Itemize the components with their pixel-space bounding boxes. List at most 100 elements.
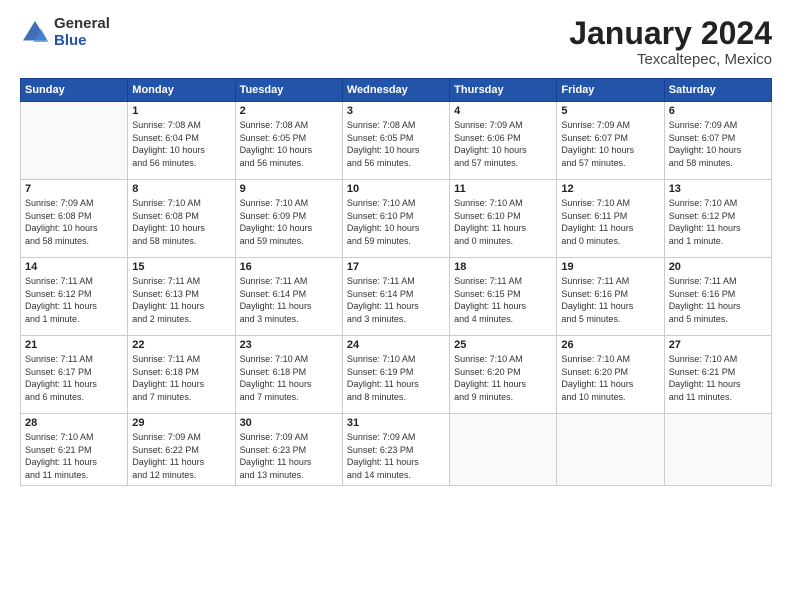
- week-row-1: 1 Sunrise: 7:08 AM Sunset: 6:04 PM Daylig…: [21, 102, 772, 180]
- day-number: 24: [347, 339, 445, 351]
- logo-blue-text: Blue: [54, 33, 110, 50]
- day-number: 1: [132, 105, 230, 117]
- col-header-wednesday: Wednesday: [342, 79, 449, 102]
- day-cell: 5Sunrise: 7:09 AM Sunset: 6:07 PM Daylig…: [557, 102, 664, 180]
- day-cell: 7Sunrise: 7:09 AM Sunset: 6:08 PM Daylig…: [21, 180, 128, 258]
- day-cell: 21Sunrise: 7:11 AM Sunset: 6:17 PM Dayli…: [21, 336, 128, 414]
- day-number: 30: [240, 417, 338, 429]
- day-number: 4: [454, 105, 552, 117]
- day-number: 6: [669, 105, 767, 117]
- day-info: Sunrise: 7:10 AM Sunset: 6:21 PM Dayligh…: [25, 431, 123, 481]
- calendar-subtitle: Texcaltepec, Mexico: [569, 51, 772, 68]
- week-row-5: 28 Sunrise: 7:10 AM Sunset: 6:21 PM Dayli…: [21, 414, 772, 485]
- day-info: Sunrise: 7:11 AM Sunset: 6:17 PM Dayligh…: [25, 353, 123, 403]
- week-row-2: 7Sunrise: 7:09 AM Sunset: 6:08 PM Daylig…: [21, 180, 772, 258]
- day-cell: 19Sunrise: 7:11 AM Sunset: 6:16 PM Dayli…: [557, 258, 664, 336]
- col-header-tuesday: Tuesday: [235, 79, 342, 102]
- calendar-body: 1 Sunrise: 7:08 AM Sunset: 6:04 PM Daylig…: [21, 102, 772, 485]
- day-cell: 12 Sunrise: 7:10 AM Sunset: 6:11 PM Dayli…: [557, 180, 664, 258]
- day-number: 23: [240, 339, 338, 351]
- day-info: Sunrise: 7:10 AM Sunset: 6:08 PM Dayligh…: [132, 197, 230, 247]
- day-info: Sunrise: 7:09 AM Sunset: 6:22 PM Dayligh…: [132, 431, 230, 481]
- day-info: Sunrise: 7:09 AM Sunset: 6:08 PM Dayligh…: [25, 197, 123, 247]
- logo-text: General Blue: [54, 16, 110, 49]
- calendar-table: SundayMondayTuesdayWednesdayThursdayFrid…: [20, 78, 772, 485]
- calendar-header: SundayMondayTuesdayWednesdayThursdayFrid…: [21, 79, 772, 102]
- day-info: Sunrise: 7:10 AM Sunset: 6:09 PM Dayligh…: [240, 197, 338, 247]
- col-header-thursday: Thursday: [450, 79, 557, 102]
- day-number: 31: [347, 417, 445, 429]
- day-cell: 25Sunrise: 7:10 AM Sunset: 6:20 PM Dayli…: [450, 336, 557, 414]
- day-cell: 11 Sunrise: 7:10 AM Sunset: 6:10 PM Dayli…: [450, 180, 557, 258]
- day-cell: [664, 414, 771, 485]
- day-cell: 13Sunrise: 7:10 AM Sunset: 6:12 PM Dayli…: [664, 180, 771, 258]
- day-cell: 18Sunrise: 7:11 AM Sunset: 6:15 PM Dayli…: [450, 258, 557, 336]
- day-info: Sunrise: 7:11 AM Sunset: 6:16 PM Dayligh…: [561, 275, 659, 325]
- col-header-saturday: Saturday: [664, 79, 771, 102]
- day-number: 13: [669, 183, 767, 195]
- logo-icon: [20, 18, 50, 48]
- day-cell: 30Sunrise: 7:09 AM Sunset: 6:23 PM Dayli…: [235, 414, 342, 485]
- day-number: 11: [454, 183, 552, 195]
- day-cell: 22 Sunrise: 7:11 AM Sunset: 6:18 PM Dayli…: [128, 336, 235, 414]
- day-cell: 3Sunrise: 7:08 AM Sunset: 6:05 PM Daylig…: [342, 102, 449, 180]
- day-number: 17: [347, 261, 445, 273]
- logo-general-text: General: [54, 16, 110, 33]
- day-info: Sunrise: 7:10 AM Sunset: 6:18 PM Dayligh…: [240, 353, 338, 403]
- day-number: 26: [561, 339, 659, 351]
- day-info: Sunrise: 7:08 AM Sunset: 6:05 PM Dayligh…: [240, 119, 338, 169]
- day-cell: 4 Sunrise: 7:09 AM Sunset: 6:06 PM Daylig…: [450, 102, 557, 180]
- day-info: Sunrise: 7:08 AM Sunset: 6:04 PM Dayligh…: [132, 119, 230, 169]
- title-block: January 2024 Texcaltepec, Mexico: [569, 16, 772, 68]
- day-cell: 1 Sunrise: 7:08 AM Sunset: 6:04 PM Daylig…: [128, 102, 235, 180]
- day-number: 14: [25, 261, 123, 273]
- day-number: 15: [132, 261, 230, 273]
- day-cell: 27Sunrise: 7:10 AM Sunset: 6:21 PM Dayli…: [664, 336, 771, 414]
- day-cell: 24 Sunrise: 7:10 AM Sunset: 6:19 PM Dayli…: [342, 336, 449, 414]
- day-info: Sunrise: 7:10 AM Sunset: 6:19 PM Dayligh…: [347, 353, 445, 403]
- day-info: Sunrise: 7:10 AM Sunset: 6:11 PM Dayligh…: [561, 197, 659, 247]
- day-cell: 23 Sunrise: 7:10 AM Sunset: 6:18 PM Dayli…: [235, 336, 342, 414]
- day-info: Sunrise: 7:09 AM Sunset: 6:06 PM Dayligh…: [454, 119, 552, 169]
- day-info: Sunrise: 7:11 AM Sunset: 6:18 PM Dayligh…: [132, 353, 230, 403]
- day-cell: 31 Sunrise: 7:09 AM Sunset: 6:23 PM Dayli…: [342, 414, 449, 485]
- day-info: Sunrise: 7:10 AM Sunset: 6:20 PM Dayligh…: [454, 353, 552, 403]
- week-row-3: 14 Sunrise: 7:11 AM Sunset: 6:12 PM Dayli…: [21, 258, 772, 336]
- day-cell: [557, 414, 664, 485]
- day-info: Sunrise: 7:11 AM Sunset: 6:14 PM Dayligh…: [240, 275, 338, 325]
- day-cell: 15 Sunrise: 7:11 AM Sunset: 6:13 PM Dayli…: [128, 258, 235, 336]
- day-cell: [21, 102, 128, 180]
- day-cell: 6Sunrise: 7:09 AM Sunset: 6:07 PM Daylig…: [664, 102, 771, 180]
- day-number: 28: [25, 417, 123, 429]
- day-info: Sunrise: 7:11 AM Sunset: 6:13 PM Dayligh…: [132, 275, 230, 325]
- day-cell: [450, 414, 557, 485]
- col-header-friday: Friday: [557, 79, 664, 102]
- day-cell: 17Sunrise: 7:11 AM Sunset: 6:14 PM Dayli…: [342, 258, 449, 336]
- day-info: Sunrise: 7:11 AM Sunset: 6:12 PM Dayligh…: [25, 275, 123, 325]
- header: General Blue January 2024 Texcaltepec, M…: [20, 16, 772, 68]
- day-info: Sunrise: 7:11 AM Sunset: 6:15 PM Dayligh…: [454, 275, 552, 325]
- day-number: 12: [561, 183, 659, 195]
- day-cell: 14 Sunrise: 7:11 AM Sunset: 6:12 PM Dayli…: [21, 258, 128, 336]
- logo: General Blue: [20, 16, 110, 49]
- day-info: Sunrise: 7:10 AM Sunset: 6:20 PM Dayligh…: [561, 353, 659, 403]
- page: General Blue January 2024 Texcaltepec, M…: [0, 0, 792, 612]
- day-info: Sunrise: 7:10 AM Sunset: 6:10 PM Dayligh…: [454, 197, 552, 247]
- header-row: SundayMondayTuesdayWednesdayThursdayFrid…: [21, 79, 772, 102]
- day-cell: 16 Sunrise: 7:11 AM Sunset: 6:14 PM Dayli…: [235, 258, 342, 336]
- day-number: 27: [669, 339, 767, 351]
- day-number: 10: [347, 183, 445, 195]
- col-header-monday: Monday: [128, 79, 235, 102]
- day-number: 22: [132, 339, 230, 351]
- col-header-sunday: Sunday: [21, 79, 128, 102]
- day-cell: 26 Sunrise: 7:10 AM Sunset: 6:20 PM Dayli…: [557, 336, 664, 414]
- day-cell: 29Sunrise: 7:09 AM Sunset: 6:22 PM Dayli…: [128, 414, 235, 485]
- week-row-4: 21Sunrise: 7:11 AM Sunset: 6:17 PM Dayli…: [21, 336, 772, 414]
- day-cell: 28 Sunrise: 7:10 AM Sunset: 6:21 PM Dayli…: [21, 414, 128, 485]
- day-number: 3: [347, 105, 445, 117]
- day-cell: 2Sunrise: 7:08 AM Sunset: 6:05 PM Daylig…: [235, 102, 342, 180]
- day-info: Sunrise: 7:09 AM Sunset: 6:23 PM Dayligh…: [347, 431, 445, 481]
- calendar-title: January 2024: [569, 16, 772, 51]
- day-info: Sunrise: 7:11 AM Sunset: 6:16 PM Dayligh…: [669, 275, 767, 325]
- day-number: 16: [240, 261, 338, 273]
